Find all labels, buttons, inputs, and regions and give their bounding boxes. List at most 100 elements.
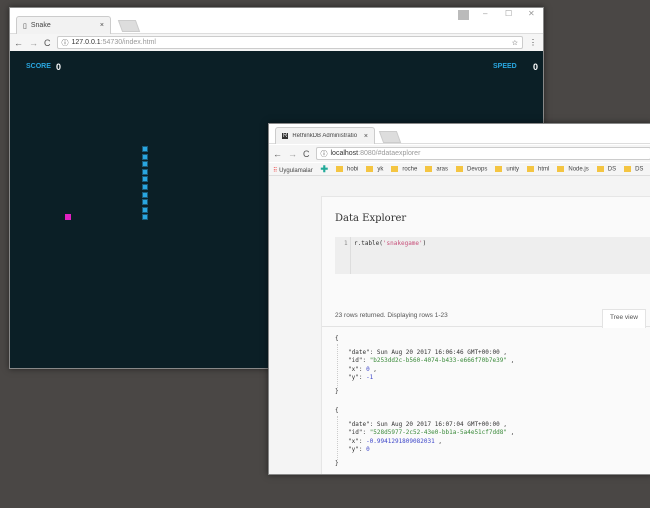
bookmark-folder[interactable]: DS [624,165,644,173]
field-y: "y": 0 [348,446,370,453]
bookmark-folder[interactable]: aras [425,165,449,173]
field-x: "x": -0.9941291809082031 , [348,437,442,445]
snake-segment [142,214,148,221]
open-brace[interactable]: { [335,335,514,344]
score-value: 0 [56,62,62,72]
tab-snake[interactable]: ▯ Snake × [16,16,111,34]
bookmark-label: DS [635,166,644,173]
forward-icon[interactable]: → [29,38,38,48]
field-x: "x": 0 , [348,365,377,373]
line-number: 1 [344,240,348,247]
snake-segment [142,206,148,213]
query-editor[interactable]: 1 r.table('snakegame') [335,237,650,274]
minimize-button[interactable]: – [483,9,487,18]
reload-icon[interactable]: C [44,38,51,48]
field-id: "id": "b253dd2c-b560-4074-b433-e666f70b7… [348,357,515,364]
bookmark-label: Uygulamalar [279,167,313,174]
speed-label: SPEED [493,63,517,70]
folder-icon [366,165,374,172]
close-tab-icon[interactable]: × [100,22,104,29]
bookmark-folder[interactable]: hobi [335,165,358,172]
tab-tree-view[interactable]: Tree view [602,309,646,328]
back-icon[interactable]: ← [14,38,23,48]
bookmarks-bar: ⠿ Uygulamalar ✚ hobi yk roche aras Devops unit… [269,163,650,176]
bookmark-apps[interactable]: ⠿ Uygulamalar ✚ [273,164,328,175]
close-tab-icon[interactable]: × [364,133,368,140]
bookmark-label: yk [377,166,384,173]
date-value: Sun Aug 20 2017 16:07:04 GMT+00:00 [376,420,500,428]
bookmark-label: aras [436,166,449,173]
close-window-button[interactable]: ✕ [528,9,535,18]
speed-value: 0 [533,62,539,72]
id-value: "528d5977-2c52-43e0-bb1a-5a4e51cf7dd8" [369,429,507,436]
id-value: "b253dd2c-b560-4074-b433-e666f70b7e39" [369,357,507,364]
info-icon: ⓘ [61,39,69,47]
apps-icon: ⠿ [273,167,278,174]
bookmark-folder[interactable]: yk [366,165,384,173]
line-gutter [335,237,351,274]
query-method: r.table( [354,240,383,247]
tab-bar: R RethinkDB Administratio × [269,124,650,144]
result-document: { "date": Sun Aug 20 2017 16:06:46 GMT+00… [335,335,514,396]
bookmark-folder[interactable]: unity [495,165,520,173]
address-bar: ← → C ⓘ localhost:8080/#dataexplorer [269,145,650,162]
tab-rethinkdb[interactable]: R RethinkDB Administratio × [275,127,375,144]
url-host: 127.0.0.1 [71,39,101,46]
close-brace: } [335,459,339,467]
bookmark-folder[interactable]: html [527,165,549,172]
back-icon[interactable]: ← [273,149,282,159]
bookmark-label: DS [607,166,617,173]
bookmark-label: unity [506,166,520,173]
bookmark-label: Devops [467,166,488,173]
new-tab-button[interactable] [117,20,141,32]
data-explorer-card: Data Explorer 1 r.table('snakegame') 23 … [321,196,650,474]
maximize-button[interactable]: ☐ [505,9,512,18]
profile-icon[interactable] [458,10,469,20]
folder-icon [557,165,565,172]
field-date: "date": Sun Aug 20 2017 16:07:04 GMT+00:… [348,420,507,428]
new-tab-button[interactable] [378,131,402,143]
snake-segment [142,176,148,183]
rethinkdb-favicon: R [282,133,289,139]
page-content: Data Explorer 1 r.table('snakegame') 23 … [269,176,650,474]
folder-icon [624,165,632,172]
plus-icon: ✚ [320,163,328,174]
forward-icon[interactable]: → [288,149,297,159]
snake-segment [142,161,148,168]
reload-icon[interactable]: C [303,149,310,159]
page-title: Data Explorer [335,213,407,224]
y-value: -1 [366,374,374,381]
folder-icon [527,165,535,172]
bookmark-folder[interactable]: Devops [456,165,488,173]
address-bar: ← → C ⓘ 127.0.0.1:54730/index.html ☆ ⋮ [10,34,543,51]
tab-title: RethinkDB Administratio [292,133,358,139]
field-id: "id": "528d5977-2c52-43e0-bb1a-5a4e51cf7… [348,429,515,436]
snake-segment [142,199,148,206]
result-document: { "date": Sun Aug 20 2017 16:07:04 GMT+00… [335,407,514,468]
bookmark-folder[interactable]: Node.js [557,165,589,172]
menu-icon[interactable]: ⋮ [529,38,537,47]
folder-icon [425,165,433,172]
rethinkdb-browser-window: R RethinkDB Administratio × ← → C ⓘ loca… [268,123,650,475]
folder-icon [456,165,464,172]
x-value: 0 [366,365,370,373]
date-value: Sun Aug 20 2017 16:06:46 GMT+00:00 [376,348,500,356]
open-brace[interactable]: { [335,407,514,416]
bookmark-folder[interactable]: roche [391,165,417,172]
url-input[interactable]: ⓘ 127.0.0.1:54730/index.html ☆ [56,36,523,49]
field-date: "date": Sun Aug 20 2017 16:06:46 GMT+00:… [348,348,507,356]
query-code: r.table('snakegame') [354,240,426,247]
field-y: "y": -1 [348,374,374,381]
bookmark-folder[interactable]: DS [596,165,617,173]
snake-segment [142,153,148,160]
snake-segment [142,191,148,198]
url-input[interactable]: ⓘ localhost:8080/#dataexplorer [315,147,650,160]
url-host: localhost [330,150,359,157]
folder-icon [335,165,343,172]
folder-icon [596,165,604,172]
query-string: 'snakegame' [382,240,423,247]
star-icon[interactable]: ☆ [512,39,518,47]
food [65,214,71,220]
url-path: :8080/#dataexplorer [358,150,421,157]
url-path: :54730/index.html [100,39,156,46]
